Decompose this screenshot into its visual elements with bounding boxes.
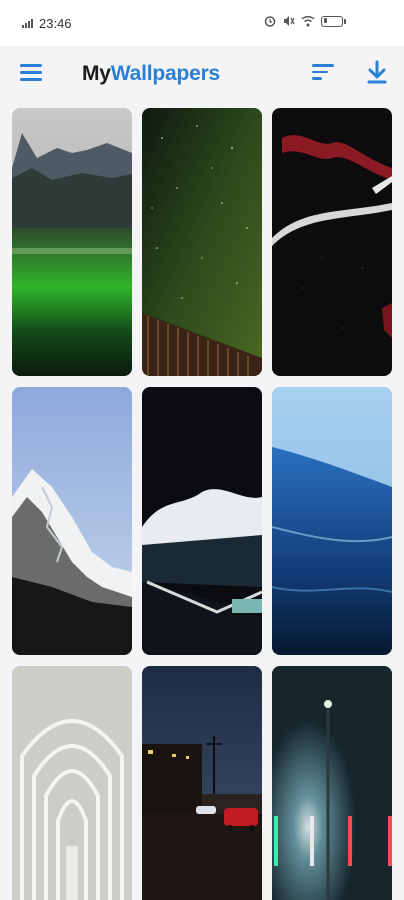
wallpaper-image-blue-wave [272,387,392,655]
mute-icon [284,16,295,26]
app-title: MyWallpapers [82,62,220,86]
status-icons [264,15,346,27]
wallpaper-tile-9[interactable] [272,666,392,900]
wallpaper-image-wave-pool [142,387,262,655]
status-bar: 23:46 [0,0,404,46]
wallpaper-tile-7[interactable] [12,666,132,900]
battery-icon [321,15,343,27]
wallpaper-image-starry-sky [142,108,262,376]
wallpaper-grid [0,104,404,900]
signal-icon [22,19,33,28]
wallpaper-tile-4[interactable] [12,387,132,655]
wallpaper-image-white-arches [12,666,132,900]
wallpaper-image-foggy-night [272,666,392,900]
wallpaper-image-light-streaks [272,108,392,376]
app-title-part2: Wallpapers [110,62,221,85]
wallpaper-image-snowy-mountain [12,387,132,655]
wallpaper-tile-5[interactable] [142,387,262,655]
wallpaper-tile-2[interactable] [142,108,262,376]
wallpaper-tile-3[interactable] [272,108,392,376]
app-bar: MyWallpapers [0,46,404,104]
wallpaper-tile-6[interactable] [272,387,392,655]
sort-button[interactable] [312,64,334,84]
wallpaper-tile-8[interactable] [142,666,262,900]
battery-tip [344,18,346,24]
download-button[interactable] [366,60,388,86]
status-time: 23:46 [39,16,72,31]
wifi-icon [301,15,315,27]
status-left: 23:46 [22,16,72,31]
menu-button[interactable] [20,64,44,86]
alarm-icon [264,16,276,27]
app-title-part1: My [82,62,111,85]
wallpaper-image-mountain-valley [12,108,132,376]
download-icon [367,60,387,84]
wallpaper-tile-1[interactable] [12,108,132,376]
wallpaper-image-city-dusk [142,666,262,900]
